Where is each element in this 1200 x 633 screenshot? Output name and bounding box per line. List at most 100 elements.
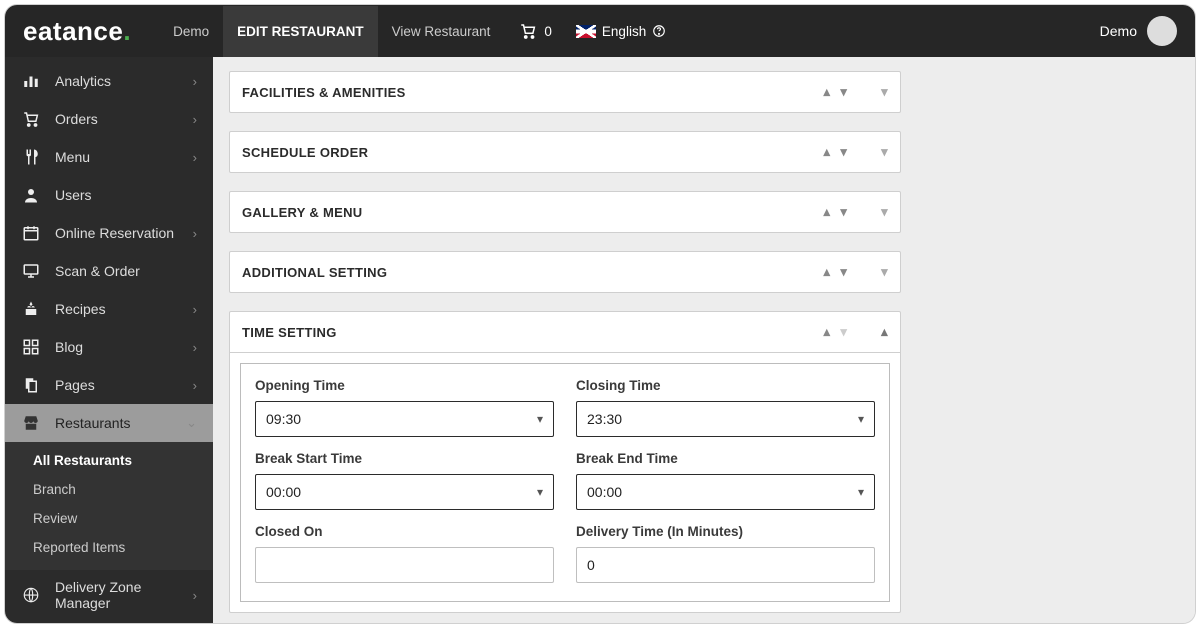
closed-on-label: Closed On [255,524,554,539]
sidebar-sub-review[interactable]: Review [5,504,213,533]
chevron-down-icon: ▾ [858,485,864,499]
panel-gallery-menu: GALLERY & MENU ▴ ▾ ▾ [229,191,901,233]
delivery-time-input[interactable]: 0 [576,547,875,583]
main-content: FACILITIES & AMENITIES ▴ ▾ ▾ SCHEDULE OR… [213,57,1195,623]
closing-time-select[interactable]: 23:30 ▾ [576,401,875,437]
help-circle-icon [652,24,666,38]
caret-down-icon[interactable]: ▾ [881,204,888,220]
globe-icon [21,585,41,605]
chevron-right-icon: › [193,150,197,165]
language-selector[interactable]: English [566,24,676,39]
opening-time-select[interactable]: 09:30 ▾ [255,401,554,437]
chevron-right-icon: › [193,74,197,89]
sidebar-item-media[interactable]: Media › [5,620,213,623]
avatar [1147,16,1177,46]
sidebar-item-recipes[interactable]: Recipes › [5,290,213,328]
nav-edit-restaurant[interactable]: EDIT RESTAURANT [223,6,378,57]
panel-header[interactable]: GALLERY & MENU ▴ ▾ ▾ [230,192,900,232]
chevron-up-icon[interactable]: ▴ [824,324,831,340]
sidebar-item-menu[interactable]: Menu › [5,138,213,176]
chevron-down-icon[interactable]: ▾ [840,84,847,100]
chevron-right-icon: › [193,302,197,317]
nav-view-restaurant[interactable]: View Restaurant [378,6,505,57]
store-icon [21,413,41,433]
cart-button[interactable]: 0 [504,22,566,40]
nav-demo[interactable]: Demo [159,6,223,57]
chevron-right-icon: › [193,378,197,393]
panel-header[interactable]: ADDITIONAL SETTING ▴ ▾ ▾ [230,252,900,292]
sidebar-item-online-reservation[interactable]: Online Reservation › [5,214,213,252]
panel-schedule-order: SCHEDULE ORDER ▴ ▾ ▾ [229,131,901,173]
user-label: Demo [1100,23,1137,39]
closing-time-label: Closing Time [576,378,875,393]
sidebar-item-label: Recipes [55,301,179,317]
sidebar-item-users[interactable]: Users [5,176,213,214]
break-start-label: Break Start Time [255,451,554,466]
sidebar-item-pages[interactable]: Pages › [5,366,213,404]
panel-title: ADDITIONAL SETTING [242,265,824,280]
utensils-icon [21,147,41,167]
chevron-down-icon[interactable]: ▾ [840,264,847,280]
brand-dot-icon: . [123,16,131,46]
brand-name: eatance [23,16,123,46]
calendar-icon [21,223,41,243]
panel-additional-setting: ADDITIONAL SETTING ▴ ▾ ▾ [229,251,901,293]
panel-title: GALLERY & MENU [242,205,824,220]
delivery-time-value: 0 [587,557,595,573]
sidebar-item-restaurants[interactable]: Restaurants ⌄ [5,404,213,442]
chevron-down-icon[interactable]: ▾ [840,144,847,160]
sidebar-item-label: Analytics [55,73,179,89]
sidebar-item-blog[interactable]: Blog › [5,328,213,366]
panel-title: SCHEDULE ORDER [242,145,824,160]
opening-time-value: 09:30 [266,411,301,427]
sidebar-item-label: Menu [55,149,179,165]
chevron-down-icon: ⌄ [186,415,197,431]
grid-icon [21,337,41,357]
chevron-up-icon[interactable]: ▴ [824,84,831,100]
sidebar-sub-all-restaurants[interactable]: All Restaurants [5,446,213,475]
closing-time-value: 23:30 [587,411,622,427]
cart-icon [21,109,41,129]
sidebar-sub-branch[interactable]: Branch [5,475,213,504]
user-menu[interactable]: Demo [1100,16,1177,46]
break-start-value: 00:00 [266,484,301,500]
caret-down-icon[interactable]: ▾ [881,264,888,280]
sidebar-item-label: Delivery Zone Manager [55,579,179,611]
sidebar-item-label: Orders [55,111,179,127]
panel-header[interactable]: FACILITIES & AMENITIES ▴ ▾ ▾ [230,72,900,112]
panel-header[interactable]: SCHEDULE ORDER ▴ ▾ ▾ [230,132,900,172]
brand-logo: eatance. [23,16,131,47]
break-end-select[interactable]: 00:00 ▾ [576,474,875,510]
sidebar-item-scan-order[interactable]: Scan & Order [5,252,213,290]
sidebar-submenu-restaurants: All Restaurants Branch Review Reported I… [5,442,213,570]
closed-on-input[interactable] [255,547,554,583]
chevron-up-icon[interactable]: ▴ [824,204,831,220]
sidebar-item-orders[interactable]: Orders › [5,100,213,138]
chevron-right-icon: › [193,588,197,603]
uk-flag-icon [576,25,596,38]
panel-facilities: FACILITIES & AMENITIES ▴ ▾ ▾ [229,71,901,113]
sidebar: Analytics › Orders › Menu › Users Online… [5,57,213,623]
sidebar-sub-reported-items[interactable]: Reported Items [5,533,213,562]
sidebar-item-label: Online Reservation [55,225,179,241]
sidebar-item-label: Scan & Order [55,263,197,279]
caret-down-icon[interactable]: ▾ [881,144,888,160]
chevron-right-icon: › [193,112,197,127]
chevron-right-icon: › [193,340,197,355]
analytics-icon [21,71,41,91]
chevron-down-icon[interactable]: ▾ [840,324,847,340]
panel-header[interactable]: TIME SETTING ▴ ▾ ▴ [230,312,900,352]
pages-icon [21,375,41,395]
caret-up-icon[interactable]: ▴ [881,324,888,340]
sidebar-item-label: Blog [55,339,179,355]
caret-down-icon[interactable]: ▾ [881,84,888,100]
top-nav: Demo EDIT RESTAURANT View Restaurant 0 E… [159,6,676,57]
chevron-right-icon: › [193,226,197,241]
sidebar-item-analytics[interactable]: Analytics › [5,57,213,100]
sidebar-item-delivery-zone[interactable]: Delivery Zone Manager › [5,570,213,620]
chevron-up-icon[interactable]: ▴ [824,264,831,280]
chevron-down-icon[interactable]: ▾ [840,204,847,220]
app-header: eatance. Demo EDIT RESTAURANT View Resta… [5,5,1195,57]
chevron-up-icon[interactable]: ▴ [824,144,831,160]
break-start-select[interactable]: 00:00 ▾ [255,474,554,510]
